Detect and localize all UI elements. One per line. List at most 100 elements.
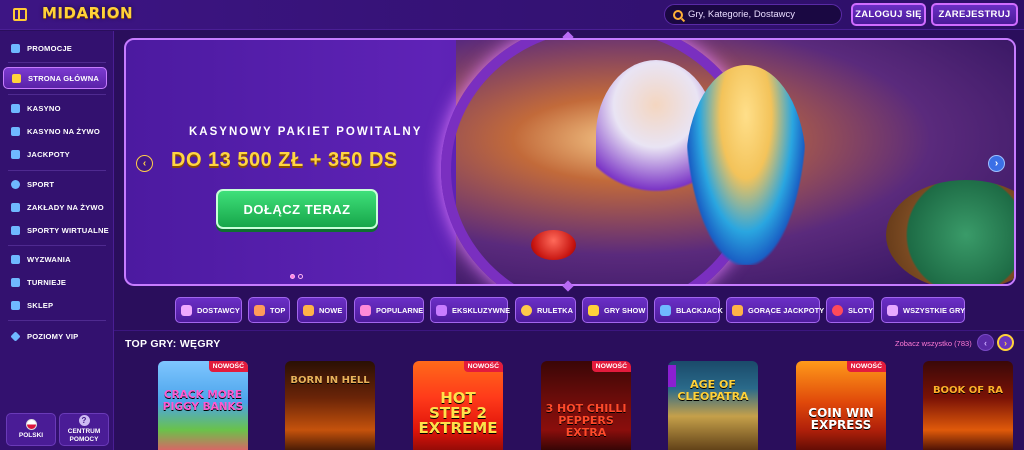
banner-pagination	[290, 274, 303, 279]
sidebar-item-challenges[interactable]: WYZWANIA	[0, 249, 114, 269]
slot-icon	[11, 103, 20, 113]
sidebar-divider	[8, 320, 106, 321]
sidebar-item-shop[interactable]: SKLEP	[0, 295, 114, 315]
sidebar-item-label: WYZWANIA	[27, 254, 71, 264]
banner-dot[interactable]	[290, 274, 295, 279]
search-input[interactable]	[688, 9, 838, 20]
register-button[interactable]: ZAREJESTRUJ	[931, 3, 1018, 26]
sidebar-item-label: TURNIEJE	[27, 277, 67, 287]
sidebar-item-vip-levels[interactable]: POZIOMY VIP	[0, 326, 114, 346]
game-show-icon	[588, 304, 599, 316]
category-slots[interactable]: SLOTY	[826, 297, 874, 323]
top-icon	[254, 304, 265, 316]
live-icon	[11, 126, 20, 136]
roulette-icon	[521, 304, 532, 316]
category-hot-jackpots[interactable]: GORĄCE JACKPOTY	[726, 297, 824, 323]
sidebar-item-label: SPORT	[27, 179, 55, 189]
sidebar-item-label: KASYNO	[27, 103, 61, 113]
game-tile[interactable]: NOWOŚĆ CRACK MORE PIGGY BANKS	[158, 361, 248, 450]
sidebar-item-label: ZAKŁADY NA ŻYWO	[27, 202, 104, 212]
game-tile[interactable]: BOOK OF RA	[923, 361, 1013, 450]
sidebar-toggle-icon[interactable]	[13, 8, 27, 21]
all-games-icon	[887, 304, 898, 316]
join-now-button[interactable]: DOŁĄCZ TERAZ	[216, 189, 378, 229]
banner-prev-arrow-icon[interactable]: ‹	[136, 155, 153, 172]
cards-icon	[660, 304, 671, 316]
hot-jackpot-icon	[732, 304, 743, 316]
gamepad-icon	[11, 225, 20, 235]
banner-dot[interactable]	[298, 274, 303, 279]
sidebar-item-label: STRONA GŁÓWNA	[28, 73, 100, 83]
sidebar-divider	[8, 170, 106, 171]
sidebar-item-label: KASYNO NA ŻYWO	[27, 126, 100, 136]
login-button[interactable]: ZALOGUJ SIĘ	[851, 3, 926, 26]
see-all-link[interactable]: Zobacz wszystko (783)	[895, 339, 972, 348]
help-label-line-1: CENTRUM	[67, 428, 101, 435]
sidebar-divider	[8, 245, 106, 246]
sidebar-item-live-bets[interactable]: ZAKŁADY NA ŻYWO	[0, 197, 114, 217]
sidebar-item-jackpots[interactable]: JACKPOTY	[0, 144, 114, 164]
sidebar-item-casino[interactable]: KASYNO	[0, 98, 114, 118]
sidebar-item-tournaments[interactable]: TURNIEJE	[0, 272, 114, 292]
sidebar-item-label: SKLEP	[27, 300, 54, 310]
top-header: MIDARION ZALOGUJ SIĘ ZAREJESTRUJ	[0, 0, 1024, 30]
search-bar[interactable]	[664, 4, 842, 25]
category-providers[interactable]: DOSTAWCY	[175, 297, 242, 323]
top-games-title: TOP GRY: WĘGRY	[125, 338, 221, 350]
category-label: POPULARNE	[376, 305, 424, 315]
games-prev-arrow-icon[interactable]: ‹	[977, 334, 994, 351]
category-label: BLACKJACK	[676, 305, 723, 315]
game-tile[interactable]: NOWOŚĆ HOT STEP 2 EXTREME	[413, 361, 503, 450]
new-badge: NOWOŚĆ	[846, 361, 886, 372]
question-icon: ?	[78, 415, 90, 426]
category-label: RULETKA	[537, 305, 574, 315]
sidebar-item-live-casino[interactable]: KASYNO NA ŻYWO	[0, 121, 114, 141]
category-roulette[interactable]: RULETKA	[515, 297, 576, 323]
sidebar: PROMOCJE STRONA GŁÓWNA KASYNO KASYNO NA …	[0, 31, 114, 450]
game-tile[interactable]: BORN IN HELL	[285, 361, 375, 450]
trophy-icon	[11, 277, 20, 287]
category-exclusive[interactable]: EKSKLUZYWNE	[430, 297, 511, 323]
category-popular[interactable]: POPULARNE	[354, 297, 424, 323]
help-center-button[interactable]: ? CENTRUM POMOCY	[59, 413, 109, 446]
games-next-arrow-icon[interactable]: ›	[997, 334, 1014, 351]
gift-icon	[11, 43, 20, 53]
category-label: TOP	[270, 305, 286, 315]
section-divider	[114, 330, 1024, 331]
sidebar-item-label: JACKPOTY	[27, 149, 70, 159]
banner-next-arrow-icon[interactable]: ›	[988, 155, 1005, 172]
category-label: SLOTY	[848, 305, 874, 315]
sidebar-item-home[interactable]: STRONA GŁÓWNA	[3, 67, 107, 89]
sidebar-divider	[8, 94, 106, 95]
game-title: HOT STEP 2 EXTREME	[418, 389, 498, 437]
home-icon	[12, 73, 21, 83]
category-blackjack[interactable]: BLACKJACK	[654, 297, 723, 323]
category-top[interactable]: TOP	[248, 297, 290, 323]
hero-banner[interactable]: KASYNOWY PAKIET POWITALNY DO 13 500 ZŁ +…	[124, 38, 1016, 286]
sidebar-item-promotions[interactable]: PROMOCJE	[0, 38, 114, 58]
category-all-games[interactable]: WSZYSTKIE GRY	[881, 297, 965, 323]
site-logo[interactable]: MIDARION	[42, 4, 133, 22]
new-badge: NOWOŚĆ	[208, 361, 248, 372]
category-label: EKSKLUZYWNE	[452, 305, 511, 315]
language-selector[interactable]: POLSKI	[6, 413, 56, 446]
category-label: GORĄCE JACKPOTY	[748, 305, 825, 315]
category-label: DOSTAWCY	[197, 305, 240, 315]
cherry-icon	[832, 304, 843, 316]
new-badge: NOWOŚĆ	[463, 361, 503, 372]
ball-icon	[11, 179, 20, 189]
sidebar-item-label: PROMOCJE	[27, 43, 73, 53]
category-label: WSZYSTKIE GRY	[903, 305, 966, 315]
shop-icon	[11, 300, 20, 310]
new-icon	[303, 304, 314, 316]
popular-icon	[360, 304, 371, 316]
sidebar-item-virtual-sports[interactable]: SPORTY WIRTUALNE	[0, 220, 114, 240]
category-game-shows[interactable]: GRY SHOW	[582, 297, 648, 323]
sidebar-item-label: POZIOMY VIP	[27, 331, 79, 341]
game-title: CRACK MORE PIGGY BANKS	[162, 389, 244, 413]
category-new[interactable]: NOWE	[297, 297, 347, 323]
sidebar-item-sport[interactable]: SPORT	[0, 174, 114, 194]
game-tile[interactable]: NOWOŚĆ 3 HOT CHILLI PEPPERS EXTRA	[541, 361, 631, 450]
game-tile[interactable]: NOWOŚĆ COIN WIN EXPRESS	[796, 361, 886, 450]
game-tile[interactable]: AGE OF CLEOPATRA	[668, 361, 758, 450]
